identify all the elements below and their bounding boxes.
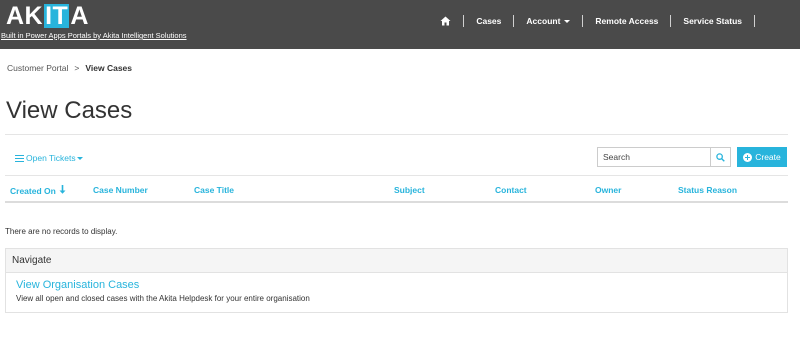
view-organisation-cases-link[interactable]: View Organisation Cases — [16, 279, 139, 291]
nav-service-status-label: Service Status — [683, 16, 742, 26]
search-button[interactable] — [710, 148, 730, 166]
create-button[interactable]: Create — [737, 147, 787, 167]
caret-down-icon — [76, 156, 83, 160]
breadcrumb-current: View Cases — [85, 63, 133, 73]
sort-descending-icon — [59, 185, 66, 196]
column-header-contact[interactable]: Contact — [495, 185, 527, 195]
column-header-status-reason[interactable]: Status Reason — [678, 185, 737, 195]
column-header-label: Subject — [394, 185, 425, 195]
nav-service-status[interactable]: Service Status — [671, 13, 754, 29]
column-header-case-number[interactable]: Case Number — [93, 185, 148, 195]
search-box — [597, 147, 731, 167]
column-header-owner[interactable]: Owner — [595, 185, 621, 195]
brand-tagline-link[interactable]: Built in Power Apps Portals by Akita Int… — [1, 31, 187, 40]
view-selector-label: Open Tickets — [26, 153, 76, 163]
column-header-label: Case Title — [194, 185, 235, 195]
search-icon — [716, 152, 725, 162]
navigate-panel: Navigate View Organisation Cases View al… — [5, 248, 788, 313]
table-header: Created On Case Number Case Title Subjec… — [5, 176, 788, 203]
page-title: View Cases — [6, 97, 133, 124]
logo-text-it: IT — [44, 2, 70, 30]
empty-table-message: There are no records to display. — [5, 227, 118, 236]
brand[interactable]: AK IT A — [6, 3, 89, 29]
title-divider — [5, 134, 788, 135]
main-nav: Cases Account Remote Access Service Stat… — [428, 0, 755, 42]
search-input[interactable] — [598, 148, 710, 166]
logo-text-a: A — [70, 2, 89, 30]
caret-down-icon — [564, 19, 571, 23]
breadcrumb-customer-portal[interactable]: Customer Portal — [7, 63, 68, 73]
akita-logo[interactable]: AK IT A — [6, 3, 89, 29]
nav-account-label: Account — [526, 16, 561, 26]
create-button-label: Create — [755, 152, 781, 162]
plus-circle-icon — [743, 152, 753, 162]
logo-text-ak: AK — [6, 2, 44, 30]
column-header-case-title[interactable]: Case Title — [194, 185, 234, 195]
breadcrumb-separator: > — [74, 63, 80, 73]
column-header-label: Created On — [10, 185, 56, 196]
nav-account-dropdown[interactable]: Account — [514, 13, 582, 29]
nav-separator — [754, 15, 755, 27]
list-icon — [15, 154, 24, 162]
column-header-label: Owner — [595, 185, 622, 195]
column-header-created-on[interactable]: Created On — [10, 185, 66, 196]
column-header-label: Contact — [495, 185, 527, 195]
column-header-label: Status Reason — [678, 185, 738, 195]
nav-remote-access[interactable]: Remote Access — [583, 13, 670, 29]
view-organisation-cases-description: View all open and closed cases with the … — [16, 294, 310, 303]
nav-cases[interactable]: Cases — [464, 13, 513, 29]
nav-cases-label: Cases — [476, 16, 502, 26]
nav-remote-access-label: Remote Access — [595, 16, 659, 26]
view-selector-dropdown[interactable]: Open Tickets — [15, 153, 83, 163]
top-navbar: AK IT A Built in Power Apps Portals by Aki… — [0, 0, 800, 49]
column-header-subject[interactable]: Subject — [394, 185, 425, 195]
column-header-label: Case Number — [93, 185, 148, 195]
navigate-panel-heading: Navigate — [6, 249, 787, 273]
breadcrumb: Customer Portal > View Cases — [7, 63, 132, 73]
home-icon[interactable] — [428, 13, 463, 29]
